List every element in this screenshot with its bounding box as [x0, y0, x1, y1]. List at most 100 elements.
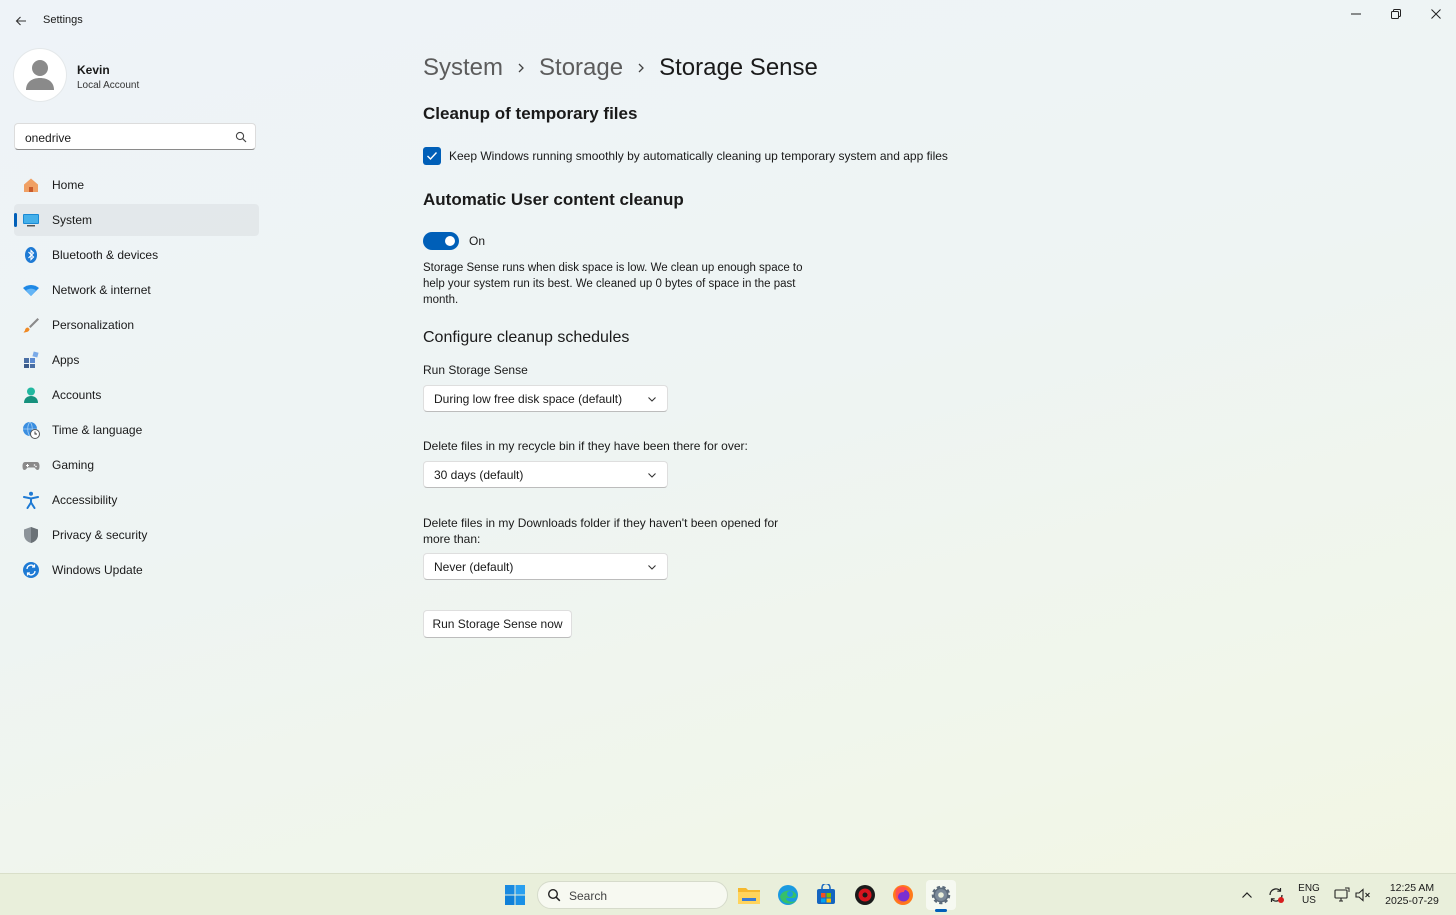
taskbar-firefox[interactable] — [888, 880, 918, 910]
toggle-knob — [445, 236, 455, 246]
run-storage-sense-dropdown[interactable]: During low free disk space (default) — [423, 385, 668, 412]
sync-icon — [1269, 888, 1284, 903]
sidebar-item-home[interactable]: Home — [14, 169, 259, 201]
start-button[interactable] — [500, 880, 530, 910]
sidebar-item-label: Gaming — [52, 458, 95, 472]
dropdown-value: 30 days (default) — [434, 468, 524, 482]
avatar — [14, 49, 66, 101]
sidebar-item-apps[interactable]: Apps — [14, 344, 259, 376]
restore-button[interactable] — [1376, 0, 1416, 28]
sidebar-item-gaming[interactable]: Gaming — [14, 449, 259, 481]
auto-cleanup-toggle[interactable] — [423, 232, 459, 250]
schedules-heading: Configure cleanup schedules — [423, 329, 630, 346]
accounts-icon — [24, 387, 38, 403]
close-button[interactable] — [1416, 0, 1456, 28]
apps-icon — [24, 351, 39, 368]
taskbar-search-placeholder: Search — [569, 889, 608, 903]
taskbar-settings[interactable] — [926, 880, 956, 912]
windows-logo-icon — [505, 885, 525, 905]
auto-cleanup-description: Storage Sense runs when disk space is lo… — [423, 262, 803, 306]
language-indicator[interactable]: ENG US — [1294, 883, 1324, 907]
minimize-button[interactable] — [1336, 0, 1376, 28]
breadcrumb: System Storage Storage Sense — [423, 50, 818, 86]
sidebar-item-label: System — [52, 213, 93, 227]
recycle-bin-label: Delete files in my recycle bin if they h… — [423, 439, 748, 453]
toggle-state-label: On — [469, 234, 486, 248]
run-storage-sense-now-button[interactable]: Run Storage Sense now — [423, 610, 572, 638]
taskbar-store[interactable] — [811, 880, 841, 910]
show-hidden-icons-button[interactable] — [1233, 880, 1261, 910]
taskbar-app-red[interactable] — [850, 880, 880, 910]
settings-search-box[interactable] — [14, 123, 256, 150]
auto-cleanup-heading: Automatic User content cleanup — [423, 190, 684, 209]
run-storage-sense-label: Run Storage Sense — [423, 363, 528, 377]
taskbar-edge[interactable] — [773, 880, 803, 910]
sidebar-item-network[interactable]: Network & internet — [14, 274, 259, 306]
red-app-icon — [855, 885, 875, 905]
tray-volume-button[interactable] — [1350, 880, 1376, 910]
close-icon — [1431, 9, 1441, 19]
auto-cleanup-toggle-row: On — [423, 231, 485, 251]
breadcrumb-system[interactable]: System — [423, 54, 503, 82]
chevron-up-icon — [1242, 892, 1252, 898]
search-input[interactable] — [23, 128, 227, 148]
volume-muted-icon — [1355, 888, 1370, 902]
user-name: Kevin — [77, 63, 110, 77]
downloads-label: Delete files in my Downloads folder if t… — [423, 516, 779, 546]
language-code: ENG — [1298, 883, 1320, 894]
taskbar: Search ENG US 12:25 AM 2025-07-29 — [0, 873, 1456, 915]
dropdown-value: Never (default) — [434, 560, 514, 574]
search-icon[interactable] — [235, 131, 247, 143]
sidebar-item-windows-update[interactable]: Windows Update — [14, 554, 259, 586]
sidebar-item-accessibility[interactable]: Accessibility — [14, 484, 259, 516]
cleanup-heading: Cleanup of temporary files — [423, 104, 638, 123]
update-icon — [23, 562, 39, 578]
sidebar-item-personalization[interactable]: Personalization — [14, 309, 259, 341]
sidebar-item-label: Accounts — [52, 388, 102, 402]
sidebar-item-label: Network & internet — [52, 283, 151, 297]
temp-files-checkbox-label: Keep Windows running smoothly by automat… — [449, 149, 948, 163]
minimize-icon — [1351, 13, 1361, 15]
sidebar-item-bluetooth-devices[interactable]: Bluetooth & devices — [14, 239, 259, 271]
store-icon — [817, 884, 835, 904]
back-button[interactable] — [8, 8, 34, 34]
gamepad-icon — [22, 462, 40, 470]
tray-sync-button[interactable] — [1262, 880, 1290, 910]
clock-time: 12:25 AM — [1389, 882, 1435, 894]
sidebar-item-label: Windows Update — [52, 563, 143, 577]
taskbar-file-explorer[interactable] — [734, 880, 764, 910]
sidebar-item-privacy-security[interactable]: Privacy & security — [14, 519, 259, 551]
search-icon — [547, 888, 561, 902]
temp-files-checkbox[interactable] — [423, 147, 441, 165]
person-icon — [26, 60, 54, 90]
gear-icon — [931, 885, 951, 905]
sidebar-item-label: Privacy & security — [52, 528, 148, 542]
arrow-left-icon — [15, 16, 26, 26]
taskbar-search[interactable]: Search — [537, 881, 728, 909]
checkmark-icon — [427, 152, 438, 161]
wifi-icon — [23, 285, 39, 296]
sidebar-item-time-language[interactable]: Time & language — [14, 414, 259, 446]
sidebar-item-label: Personalization — [52, 318, 135, 332]
temp-files-checkbox-row[interactable]: Keep Windows running smoothly by automat… — [423, 146, 948, 166]
breadcrumb-storage[interactable]: Storage — [539, 54, 623, 82]
clock[interactable]: 12:25 AM 2025-07-29 — [1378, 882, 1446, 908]
sidebar-item-accounts[interactable]: Accounts — [14, 379, 259, 411]
folder-icon — [738, 888, 760, 904]
sidebar-item-label: Home — [52, 178, 85, 192]
edge-icon — [778, 885, 798, 905]
shield-icon — [24, 527, 38, 543]
sidebar-item-system[interactable]: System — [14, 204, 259, 236]
chevron-down-icon — [648, 473, 656, 478]
clock-date: 2025-07-29 — [1385, 895, 1439, 907]
sidebar-item-label: Bluetooth & devices — [52, 248, 159, 262]
bluetooth-icon — [25, 247, 37, 263]
chevron-down-icon — [648, 565, 656, 570]
chevron-right-icon — [637, 62, 645, 74]
user-profile[interactable]: Kevin Local Account — [14, 49, 254, 103]
downloads-dropdown[interactable]: Never (default) — [423, 553, 668, 580]
recycle-bin-dropdown[interactable]: 30 days (default) — [423, 461, 668, 488]
brush-icon — [23, 318, 39, 333]
sidebar-item-label: Time & language — [52, 423, 143, 437]
sidebar-item-label: Apps — [52, 353, 80, 367]
